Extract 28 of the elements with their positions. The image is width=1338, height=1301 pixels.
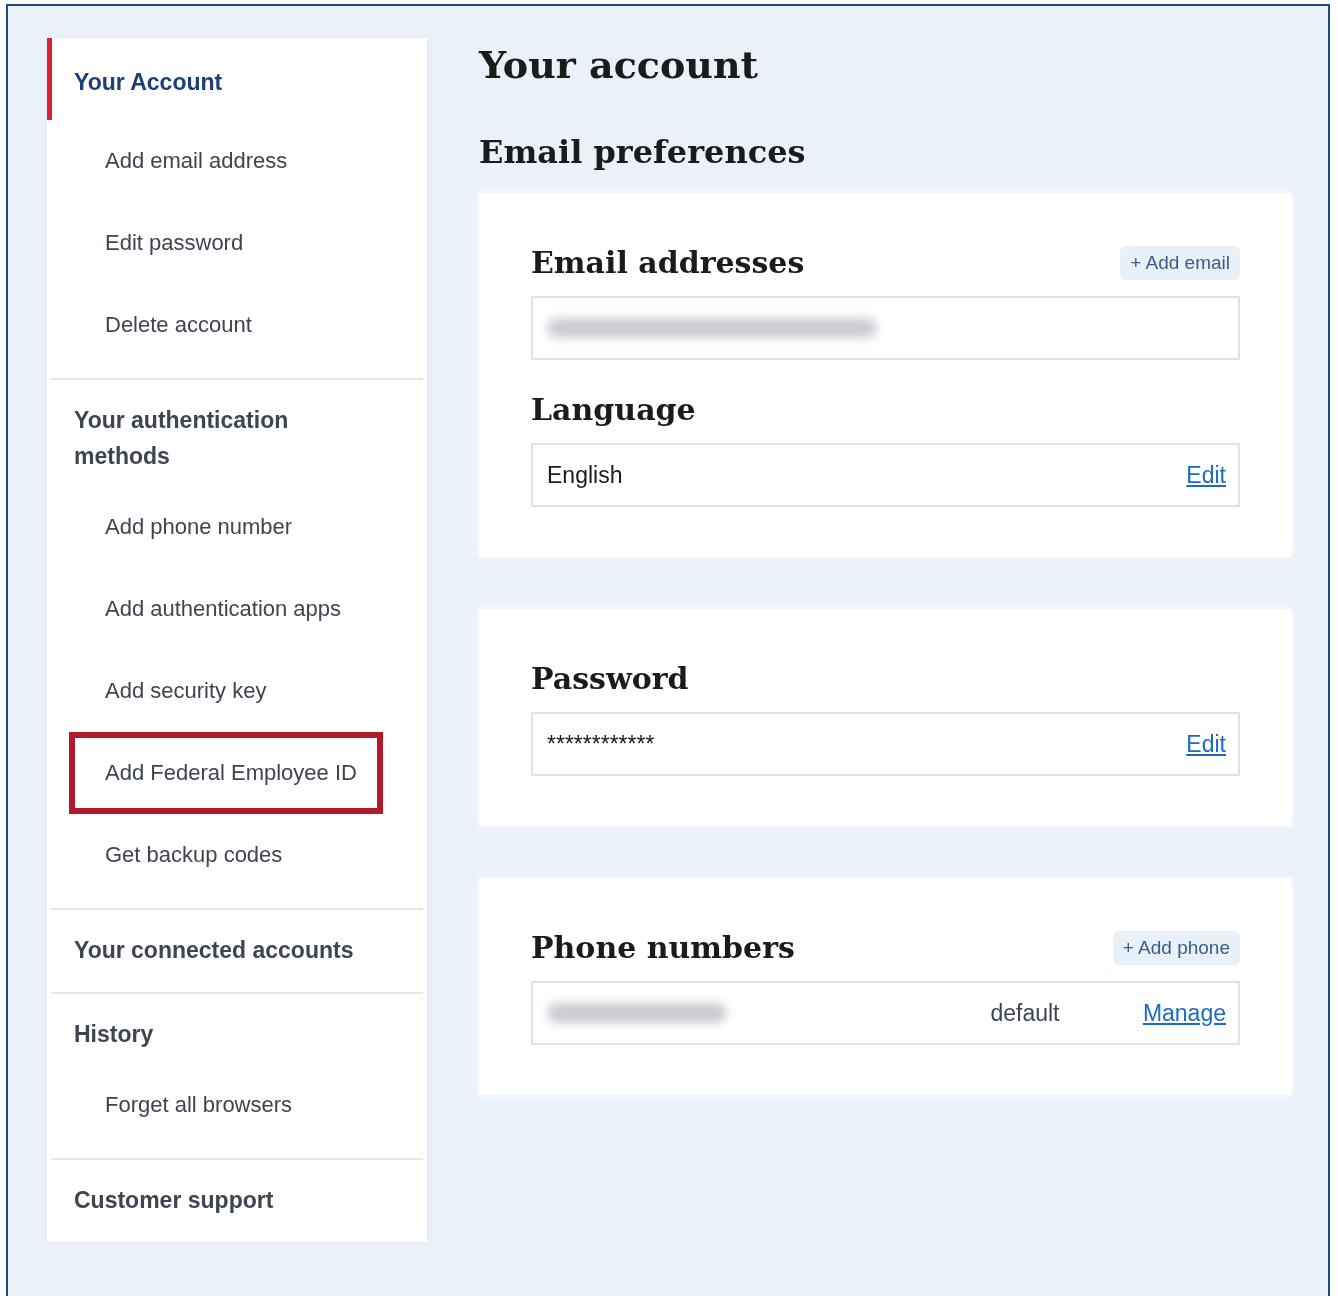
nav-heading[interactable]: Your connected accounts: [47, 910, 394, 980]
nav-heading[interactable]: Your Account: [47, 38, 394, 120]
nav-heading[interactable]: Customer support: [47, 1160, 394, 1230]
card-heading: Language: [531, 392, 696, 427]
add-button[interactable]: + Add phone: [1112, 930, 1240, 965]
card-heading: Password: [531, 661, 689, 696]
card-heading: Email addresses: [531, 245, 805, 280]
nav-item[interactable]: Delete account: [69, 284, 278, 366]
card-heading: Phone numbers: [531, 930, 795, 965]
page-title: Your account: [479, 42, 760, 87]
field-value: English: [547, 461, 624, 489]
nav-heading[interactable]: History: [47, 994, 394, 1064]
nav-heading[interactable]: Your authentication methods: [47, 380, 394, 486]
nav-item[interactable]: Add Federal Employee ID: [69, 732, 383, 814]
nav-item[interactable]: Add security key: [69, 650, 293, 732]
nav-item[interactable]: Edit password: [69, 202, 270, 284]
nav-item[interactable]: Add email address: [69, 120, 314, 202]
add-button[interactable]: + Add email: [1120, 245, 1240, 280]
nav-item[interactable]: Get backup codes: [69, 814, 309, 896]
edit-link[interactable]: Edit: [1186, 461, 1226, 489]
nav-item[interactable]: Add authentication apps: [69, 568, 368, 650]
manage-link[interactable]: Manage: [1142, 999, 1226, 1027]
nav-item[interactable]: Add phone number: [69, 486, 319, 568]
edit-link[interactable]: Edit: [1186, 730, 1226, 758]
nav-item[interactable]: Forget all browsers: [69, 1064, 319, 1146]
default-label: default: [989, 999, 1061, 1027]
section-title: Email preferences: [479, 133, 807, 171]
field-value: ************: [547, 730, 656, 758]
